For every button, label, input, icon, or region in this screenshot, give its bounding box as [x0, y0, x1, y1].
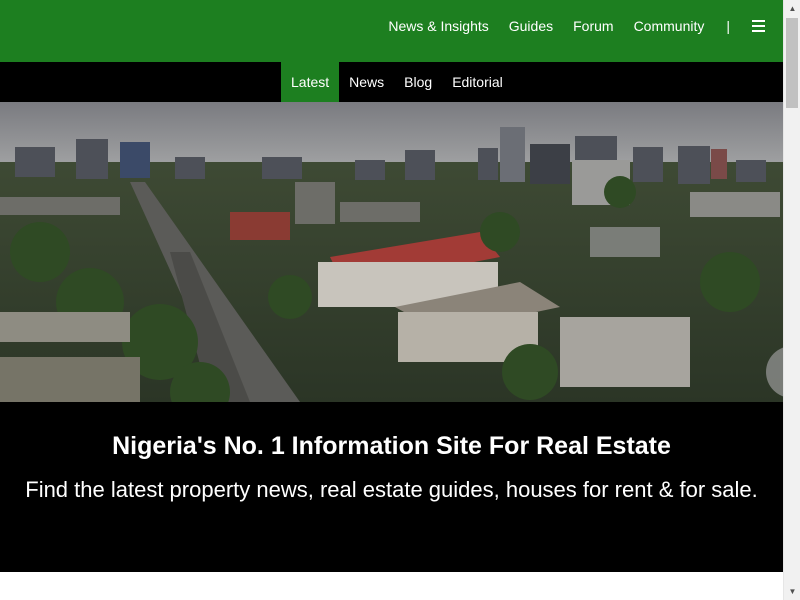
sub-nav-bar: Latest News Blog Editorial: [0, 62, 783, 102]
scrollbar-thumb[interactable]: [786, 18, 798, 108]
tab-news[interactable]: News: [339, 62, 394, 102]
scroll-up-arrow-icon[interactable]: ▲: [784, 0, 800, 17]
nav-community[interactable]: Community: [634, 18, 705, 34]
tab-latest[interactable]: Latest: [281, 62, 340, 102]
hero-title: Nigeria's No. 1 Information Site For Rea…: [112, 432, 671, 460]
page: News & Insights Guides Forum Community |…: [0, 0, 800, 600]
hero-banner: Nigeria's No. 1 Information Site For Rea…: [0, 402, 783, 572]
nav-guides[interactable]: Guides: [509, 18, 553, 34]
nav-news-insights[interactable]: News & Insights: [388, 18, 488, 34]
nav-separator: |: [726, 18, 730, 34]
scroll-down-arrow-icon[interactable]: ▼: [784, 583, 800, 600]
nav-forum[interactable]: Forum: [573, 18, 613, 34]
sub-nav: Latest News Blog Editorial: [281, 62, 513, 102]
tab-editorial[interactable]: Editorial: [442, 62, 513, 102]
tab-blog[interactable]: Blog: [394, 62, 442, 102]
page-content: News & Insights Guides Forum Community |…: [0, 0, 783, 600]
hamburger-icon[interactable]: [752, 20, 765, 32]
top-nav: News & Insights Guides Forum Community |: [368, 0, 765, 52]
hero-subtitle: Find the latest property news, real esta…: [25, 477, 758, 502]
site-header: News & Insights Guides Forum Community |: [0, 0, 783, 62]
hero-image: [0, 102, 783, 402]
vertical-scrollbar[interactable]: ▲ ▼: [783, 0, 800, 600]
